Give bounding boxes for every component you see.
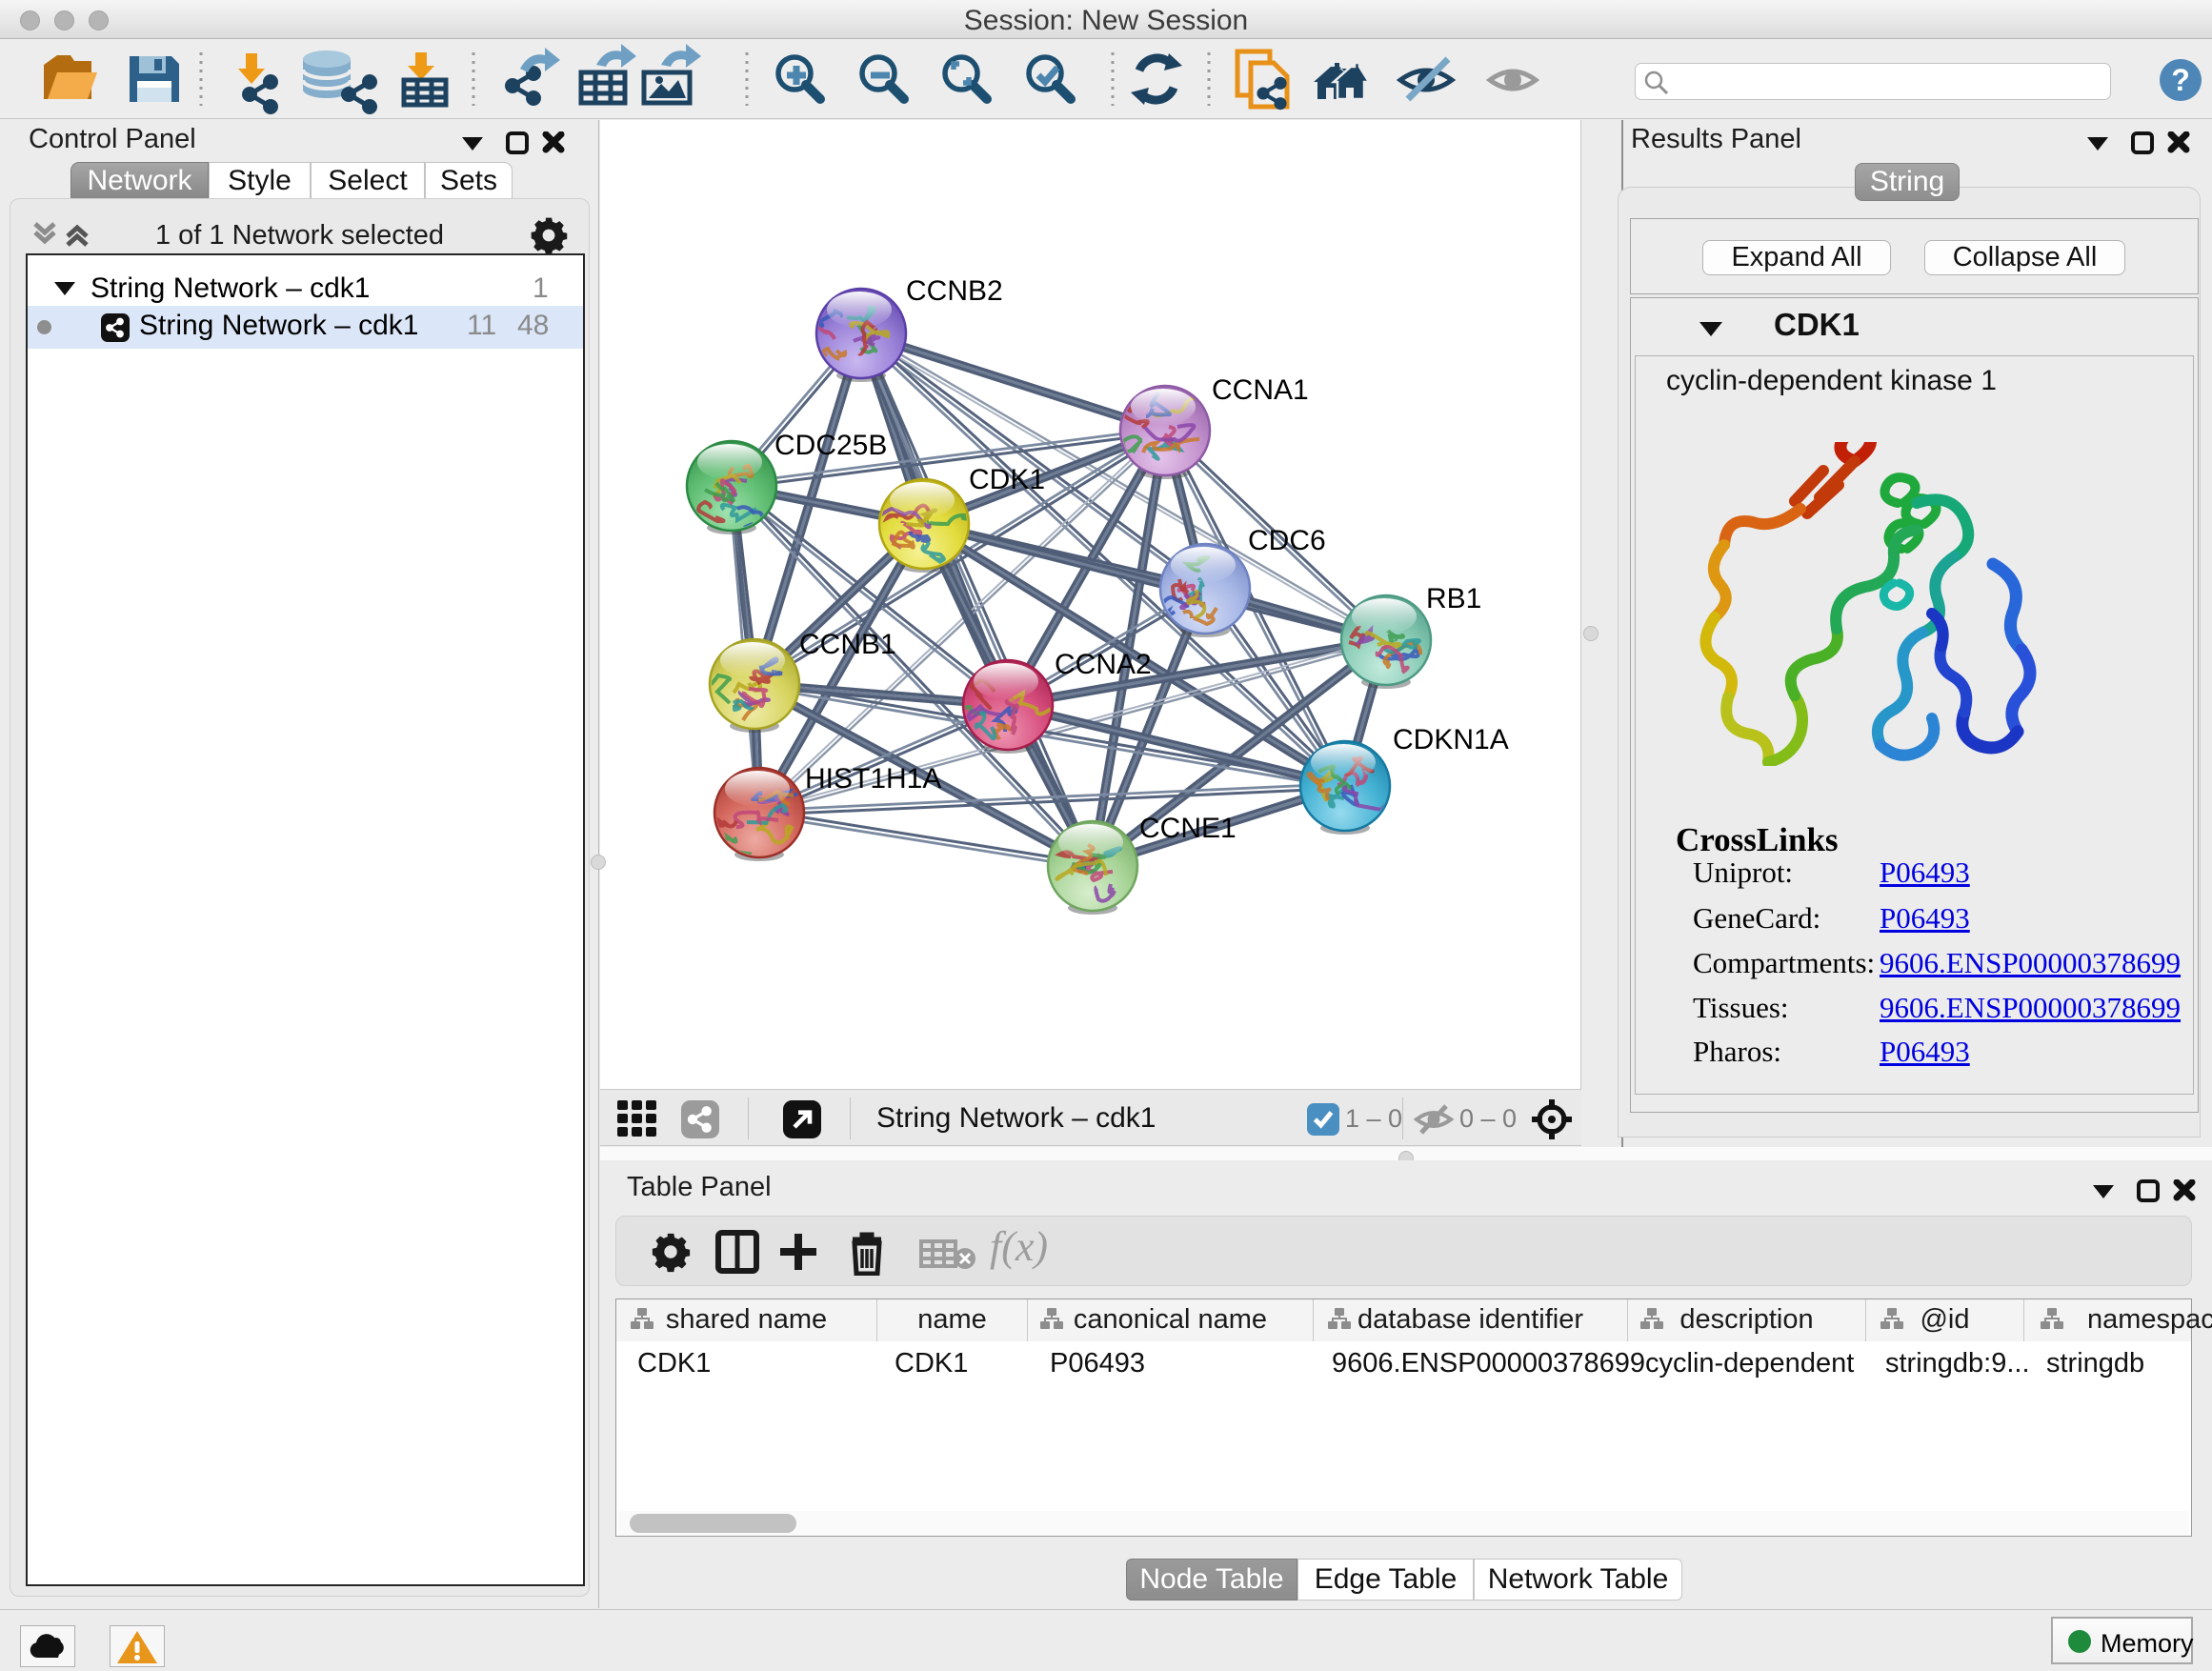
svg-text:CCNA2: CCNA2 <box>1055 649 1152 680</box>
svg-text:CCNB1: CCNB1 <box>799 629 896 660</box>
svg-text:CCNB2: CCNB2 <box>906 275 1003 307</box>
svg-text:RB1: RB1 <box>1426 583 1481 614</box>
svg-text:CCNA1: CCNA1 <box>1212 374 1309 406</box>
svg-text:CDC25B: CDC25B <box>774 430 887 461</box>
svg-text:CDC6: CDC6 <box>1248 525 1326 556</box>
svg-text:CDKN1A: CDKN1A <box>1393 724 1509 755</box>
svg-text:CCNE1: CCNE1 <box>1139 813 1237 844</box>
svg-text:HIST1H1A: HIST1H1A <box>805 763 941 795</box>
svg-text:CDK1: CDK1 <box>969 464 1045 495</box>
